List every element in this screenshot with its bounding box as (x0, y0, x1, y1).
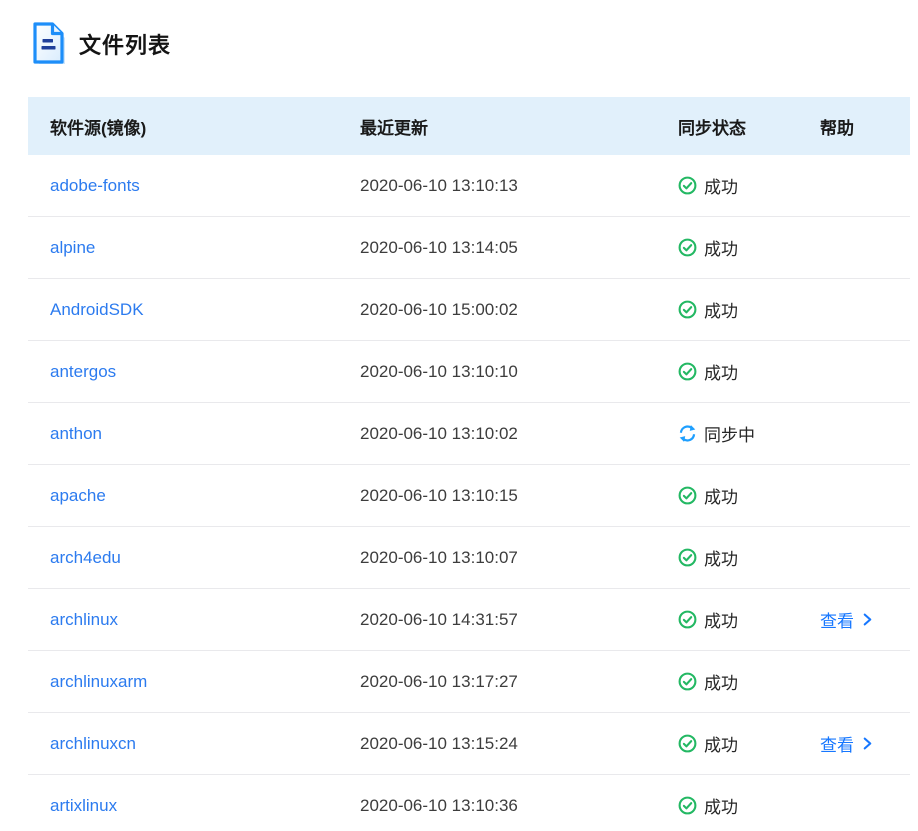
last-updated-cell: 2020-06-10 13:14:05 (360, 237, 518, 257)
status-label: 成功 (704, 674, 738, 693)
check-circle-icon (678, 734, 697, 753)
table-row: artixlinux 2020-06-10 13:10:36 成功 (28, 775, 910, 831)
sync-status-cell: 成功 (678, 793, 820, 818)
table-row: AndroidSDK 2020-06-10 15:00:02 成功 (28, 279, 910, 341)
table-row: arch4edu 2020-06-10 13:10:07 成功 (28, 527, 910, 589)
table-row: apache 2020-06-10 13:10:15 成功 (28, 465, 910, 527)
last-updated-cell: 2020-06-10 13:10:07 (360, 547, 518, 567)
sync-icon (678, 424, 697, 443)
page-title: 文件列表 (79, 33, 172, 58)
view-link-label: 查看 (820, 612, 854, 631)
mirror-link[interactable]: arch4edu (50, 548, 121, 567)
mirror-name-cell: AndroidSDK (28, 300, 360, 320)
mirror-link[interactable]: archlinuxcn (50, 734, 136, 753)
table-header-row: 软件源(镜像) 最近更新 同步状态 帮助 (28, 97, 910, 155)
sync-status-cell: 成功 (678, 235, 820, 260)
mirror-link[interactable]: alpine (50, 238, 95, 257)
last-updated-cell: 2020-06-10 13:10:10 (360, 361, 518, 381)
table-row: archlinux 2020-06-10 14:31:57 成功 查看 (28, 589, 910, 651)
sync-status-cell: 成功 (678, 483, 820, 508)
check-circle-icon (678, 238, 697, 257)
status-label: 同步中 (704, 426, 755, 445)
mirror-link[interactable]: archlinux (50, 610, 118, 629)
check-circle-icon (678, 300, 697, 319)
chevron-right-icon (861, 737, 874, 750)
chevron-right-icon (861, 613, 874, 626)
table-row: adobe-fonts 2020-06-10 13:10:13 成功 (28, 155, 910, 217)
mirror-file-list-page: 文件列表 软件源(镜像) 最近更新 同步状态 帮助 adobe-fonts 20… (0, 0, 918, 831)
mirror-link[interactable]: antergos (50, 362, 116, 381)
mirror-name-cell: archlinuxcn (28, 734, 360, 754)
mirror-name-cell: anthon (28, 424, 360, 444)
mirror-name-cell: alpine (28, 238, 360, 258)
sync-status-cell: 成功 (678, 731, 820, 756)
status-label: 成功 (704, 736, 738, 755)
mirror-link[interactable]: AndroidSDK (50, 300, 144, 319)
sync-status-cell: 成功 (678, 669, 820, 694)
mirror-link[interactable]: artixlinux (50, 796, 117, 815)
mirror-name-cell: antergos (28, 362, 360, 382)
last-updated-cell: 2020-06-10 15:00:02 (360, 299, 518, 319)
table-row: archlinuxcn 2020-06-10 13:15:24 成功 查看 (28, 713, 910, 775)
status-label: 成功 (704, 798, 738, 817)
document-icon (30, 20, 70, 68)
status-label: 成功 (704, 302, 738, 321)
column-header-help: 帮助 (820, 118, 854, 138)
column-header-mirror: 软件源(镜像) (50, 118, 147, 138)
mirror-link[interactable]: apache (50, 486, 106, 505)
check-circle-icon (678, 176, 697, 195)
table-row: anthon 2020-06-10 13:10:02 同步中 (28, 403, 910, 465)
last-updated-cell: 2020-06-10 13:10:02 (360, 423, 518, 443)
check-circle-icon (678, 610, 697, 629)
mirror-link[interactable]: archlinuxarm (50, 672, 147, 691)
check-circle-icon (678, 796, 697, 815)
check-circle-icon (678, 362, 697, 381)
help-cell: 查看 (820, 731, 910, 756)
sync-status-cell: 成功 (678, 173, 820, 198)
last-updated-cell: 2020-06-10 13:15:24 (360, 733, 518, 753)
table-row: alpine 2020-06-10 13:14:05 成功 (28, 217, 910, 279)
check-circle-icon (678, 672, 697, 691)
check-circle-icon (678, 486, 697, 505)
mirror-name-cell: archlinuxarm (28, 672, 360, 692)
column-header-status: 同步状态 (678, 118, 746, 138)
table-row: antergos 2020-06-10 13:10:10 成功 (28, 341, 910, 403)
sync-status-cell: 成功 (678, 545, 820, 570)
mirror-name-cell: arch4edu (28, 548, 360, 568)
sync-status-cell: 成功 (678, 359, 820, 384)
column-header-updated: 最近更新 (360, 118, 428, 138)
status-label: 成功 (704, 612, 738, 631)
last-updated-cell: 2020-06-10 13:17:27 (360, 671, 518, 691)
mirror-link[interactable]: adobe-fonts (50, 176, 140, 195)
check-circle-icon (678, 548, 697, 567)
table-body: adobe-fonts 2020-06-10 13:10:13 成功 alpin… (28, 155, 910, 831)
last-updated-cell: 2020-06-10 13:10:36 (360, 795, 518, 815)
help-cell: 查看 (820, 607, 910, 632)
sync-status-cell: 同步中 (678, 421, 820, 446)
mirror-name-cell: adobe-fonts (28, 176, 360, 196)
sync-status-cell: 成功 (678, 297, 820, 322)
status-label: 成功 (704, 178, 738, 197)
status-label: 成功 (704, 240, 738, 259)
status-label: 成功 (704, 488, 738, 507)
last-updated-cell: 2020-06-10 14:31:57 (360, 609, 518, 629)
mirror-name-cell: archlinux (28, 610, 360, 630)
last-updated-cell: 2020-06-10 13:10:15 (360, 485, 518, 505)
table-row: archlinuxarm 2020-06-10 13:17:27 成功 (28, 651, 910, 713)
sync-status-cell: 成功 (678, 607, 820, 632)
page-title-row: 文件列表 (30, 20, 171, 68)
status-label: 成功 (704, 364, 738, 383)
mirror-name-cell: apache (28, 486, 360, 506)
mirror-name-cell: artixlinux (28, 796, 360, 816)
view-help-link[interactable]: 查看 (820, 731, 874, 756)
status-label: 成功 (704, 550, 738, 569)
mirror-link[interactable]: anthon (50, 424, 102, 443)
last-updated-cell: 2020-06-10 13:10:13 (360, 175, 518, 195)
mirror-table: 软件源(镜像) 最近更新 同步状态 帮助 adobe-fonts 2020-06… (28, 97, 910, 831)
view-help-link[interactable]: 查看 (820, 607, 874, 632)
view-link-label: 查看 (820, 736, 854, 755)
